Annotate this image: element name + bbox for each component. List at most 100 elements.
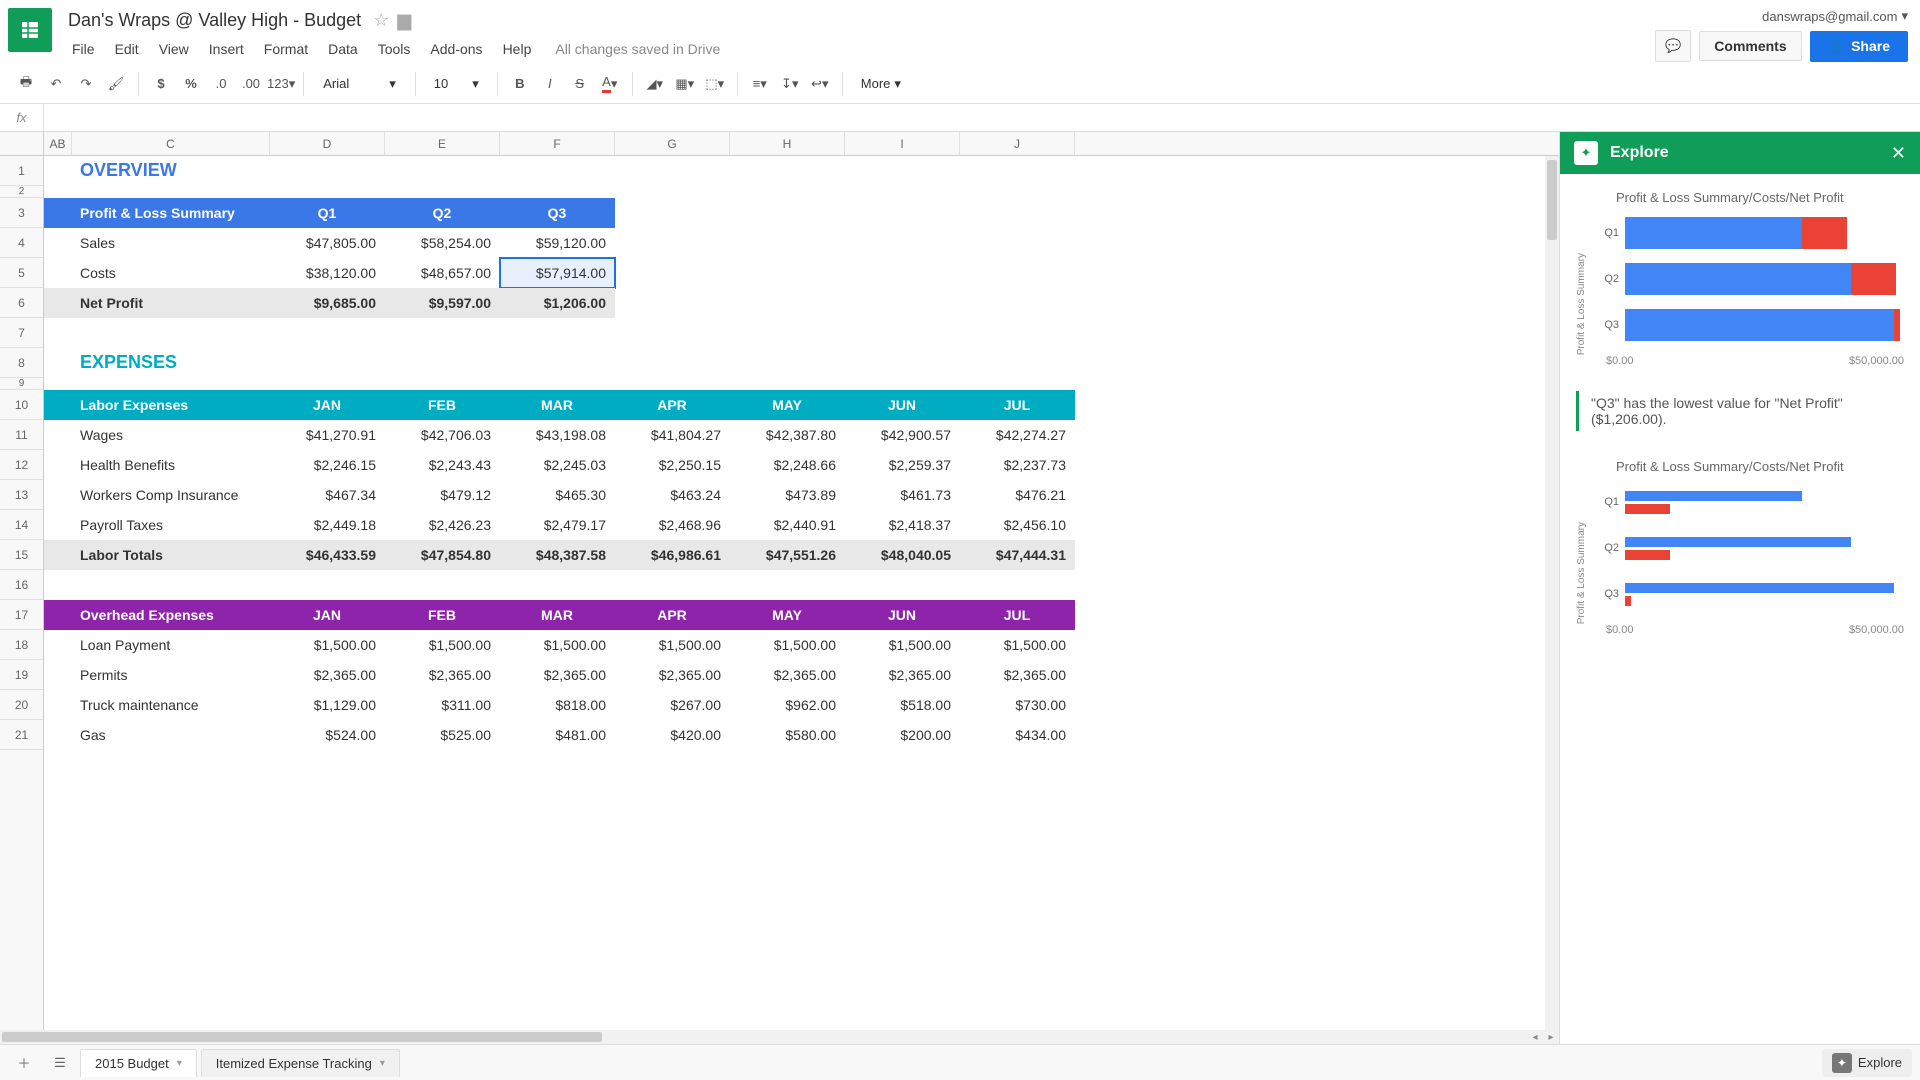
cell[interactable]: APR (615, 390, 730, 420)
italic-button[interactable]: I (536, 70, 564, 98)
cell[interactable]: $9,597.00 (385, 288, 500, 318)
number-format-button[interactable]: 123▾ (267, 70, 295, 98)
cell[interactable]: $962.00 (730, 690, 845, 720)
cell[interactable]: $2,365.00 (960, 660, 1075, 690)
cell[interactable]: $42,706.03 (385, 420, 500, 450)
row-header[interactable]: 3 (0, 198, 43, 228)
column-header[interactable]: G (615, 132, 730, 155)
all-sheets-button[interactable]: ☰ (44, 1049, 76, 1077)
cell[interactable]: $41,804.27 (615, 420, 730, 450)
print-button[interactable]: 🖶 (12, 70, 40, 98)
cell[interactable] (845, 156, 960, 186)
currency-button[interactable]: $ (147, 70, 175, 98)
cell[interactable] (44, 378, 72, 390)
cell[interactable] (44, 258, 72, 288)
cell[interactable] (72, 186, 270, 198)
cell[interactable] (615, 378, 730, 390)
cell[interactable]: $42,900.57 (845, 420, 960, 450)
cell[interactable]: Payroll Taxes (72, 510, 270, 540)
cell[interactable] (730, 258, 845, 288)
scroll-right-button[interactable]: ▸ (1543, 1030, 1559, 1044)
cell[interactable] (44, 570, 72, 600)
paint-format-button[interactable]: 🖌 (102, 70, 130, 98)
cell[interactable]: $46,433.59 (270, 540, 385, 570)
cell[interactable]: $267.00 (615, 690, 730, 720)
cell[interactable]: MAY (730, 600, 845, 630)
cell[interactable]: $2,243.43 (385, 450, 500, 480)
cell[interactable]: JUL (960, 600, 1075, 630)
cell[interactable] (44, 720, 72, 750)
cell[interactable]: Labor Expenses (72, 390, 270, 420)
cell[interactable]: $818.00 (500, 690, 615, 720)
cell[interactable] (270, 318, 385, 348)
h-align-button[interactable]: ≡ ▾ (746, 70, 774, 98)
cell[interactable]: $48,387.58 (500, 540, 615, 570)
cell[interactable]: APR (615, 600, 730, 630)
scroll-left-button[interactable]: ◂ (1527, 1030, 1543, 1044)
merge-button[interactable]: ⬚ ▾ (701, 70, 729, 98)
chat-button[interactable]: 💬 (1655, 30, 1691, 62)
row-header[interactable]: 8 (0, 348, 43, 378)
cell[interactable] (44, 480, 72, 510)
increase-decimal-button[interactable]: .00 (237, 70, 265, 98)
cell[interactable]: $46,986.61 (615, 540, 730, 570)
cell[interactable] (615, 258, 730, 288)
cell[interactable] (730, 378, 845, 390)
cell[interactable]: $2,365.00 (385, 660, 500, 690)
sheet-tab-budget[interactable]: 2015 Budget ▾ (80, 1049, 197, 1077)
cell[interactable]: MAY (730, 390, 845, 420)
cell[interactable]: JAN (270, 390, 385, 420)
cell[interactable]: FEB (385, 600, 500, 630)
cell[interactable] (44, 420, 72, 450)
cell[interactable] (270, 378, 385, 390)
cell[interactable] (615, 186, 730, 198)
cell[interactable] (730, 288, 845, 318)
cell[interactable] (845, 570, 960, 600)
column-header[interactable]: J (960, 132, 1075, 155)
row-header[interactable]: 21 (0, 720, 43, 750)
font-select[interactable]: Arial ▾ (312, 70, 407, 98)
cell[interactable]: $43,198.08 (500, 420, 615, 450)
cell[interactable]: $1,500.00 (500, 630, 615, 660)
menu-format[interactable]: Format (256, 37, 316, 61)
cell[interactable] (44, 348, 72, 378)
menu-help[interactable]: Help (495, 37, 540, 61)
cell[interactable] (44, 198, 72, 228)
cell[interactable]: $2,440.91 (730, 510, 845, 540)
cell[interactable]: $463.24 (615, 480, 730, 510)
document-title[interactable]: Dan's Wraps @ Valley High - Budget (64, 8, 365, 33)
cell[interactable]: Truck maintenance (72, 690, 270, 720)
account-menu[interactable]: danswraps@gmail.com ▾ (1762, 8, 1908, 24)
cell[interactable]: $1,500.00 (845, 630, 960, 660)
cell[interactable] (960, 186, 1075, 198)
cell[interactable]: Sales (72, 228, 270, 258)
star-icon[interactable]: ☆ (373, 10, 389, 31)
cell[interactable] (845, 186, 960, 198)
row-header[interactable]: 10 (0, 390, 43, 420)
cell[interactable]: $434.00 (960, 720, 1075, 750)
undo-button[interactable]: ↶ (42, 70, 70, 98)
cell[interactable]: JAN (270, 600, 385, 630)
cell[interactable]: $200.00 (845, 720, 960, 750)
cell[interactable]: $465.30 (500, 480, 615, 510)
cell[interactable]: MAR (500, 390, 615, 420)
strikethrough-button[interactable]: S (566, 70, 594, 98)
cell[interactable] (615, 348, 730, 378)
cell[interactable]: $2,259.37 (845, 450, 960, 480)
row-header[interactable]: 12 (0, 450, 43, 480)
sheets-logo[interactable] (8, 8, 52, 52)
cell[interactable]: $2,365.00 (615, 660, 730, 690)
cell[interactable]: EXPENSES (72, 348, 270, 378)
cell[interactable] (72, 570, 270, 600)
cell[interactable]: Loan Payment (72, 630, 270, 660)
cell[interactable]: $2,479.17 (500, 510, 615, 540)
cell[interactable]: $518.00 (845, 690, 960, 720)
cell[interactable] (44, 660, 72, 690)
more-button[interactable]: More ▾ (851, 76, 911, 92)
cell[interactable]: Net Profit (72, 288, 270, 318)
cell[interactable]: $2,245.03 (500, 450, 615, 480)
cell[interactable]: $47,854.80 (385, 540, 500, 570)
cell[interactable]: $2,248.66 (730, 450, 845, 480)
cell[interactable]: Overhead Expenses (72, 600, 270, 630)
cell[interactable]: $48,657.00 (385, 258, 500, 288)
